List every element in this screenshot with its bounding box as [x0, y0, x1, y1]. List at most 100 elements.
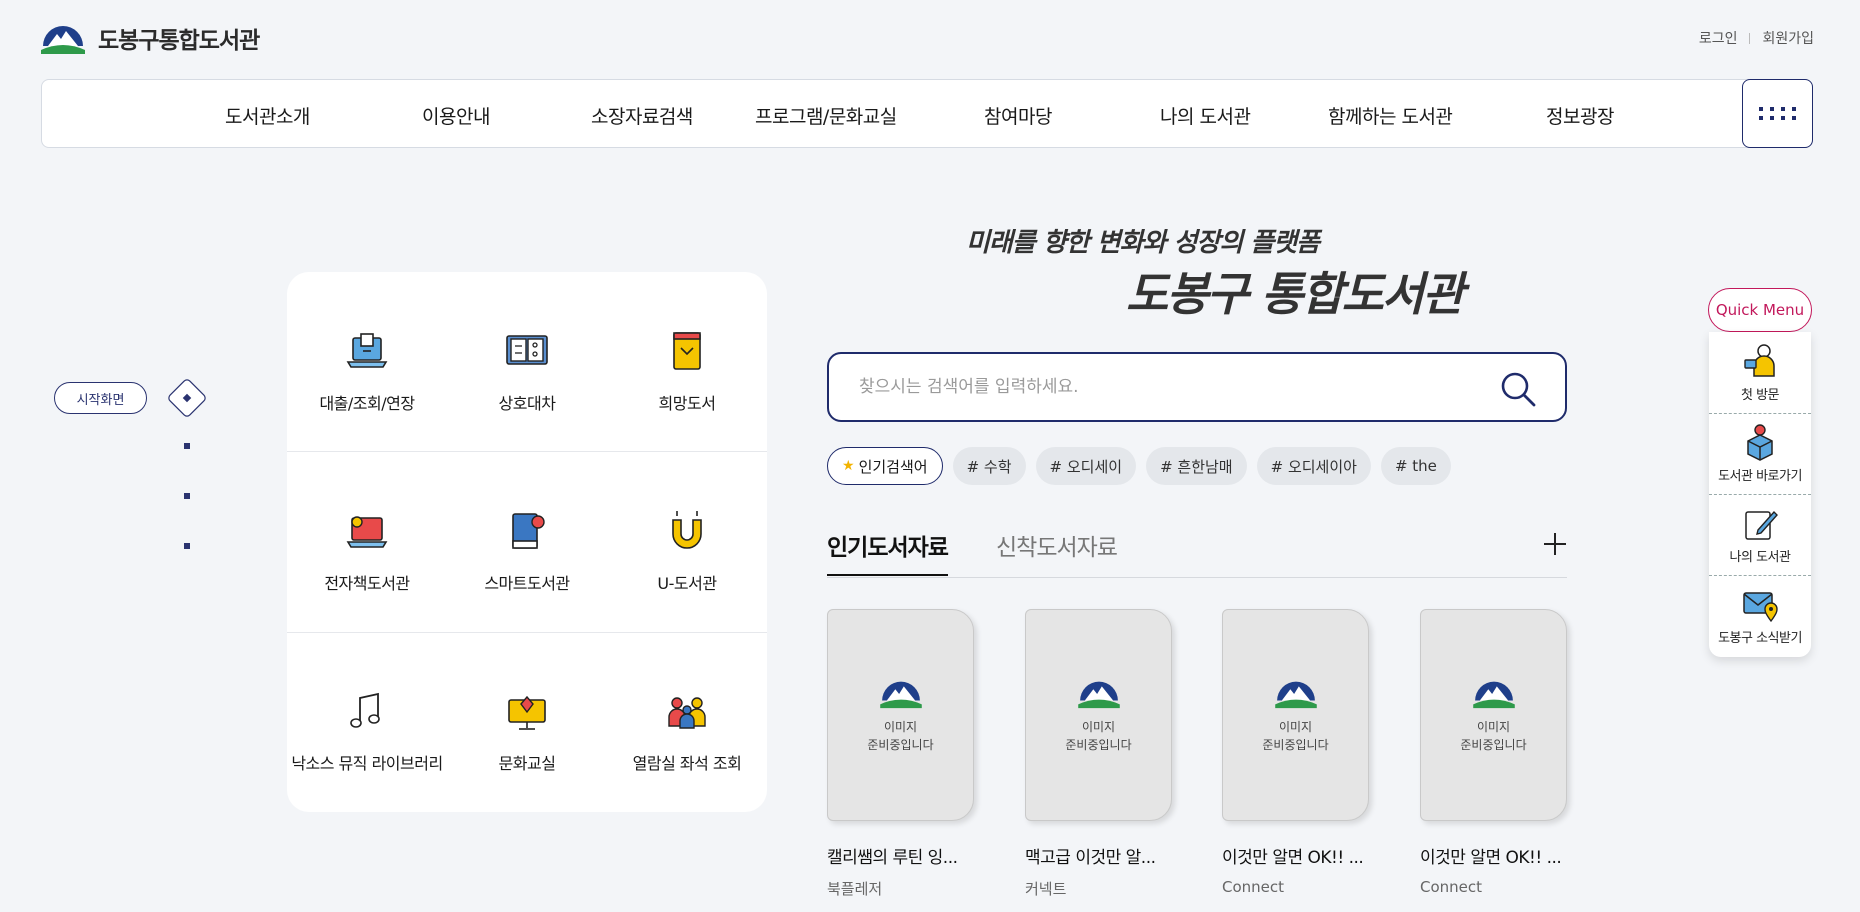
service-smart-library[interactable]: 스마트도서관	[447, 452, 607, 632]
no-image-text: 이미지 준비중입니다	[1262, 720, 1329, 752]
book-cover[interactable]: 이미지 준비중입니다	[1222, 609, 1369, 821]
tag-chip[interactable]: # 오디세이	[1035, 447, 1137, 485]
star-icon: ★	[842, 458, 855, 474]
book-title[interactable]: 이것만 알면 OK!! ...	[1420, 843, 1567, 868]
gnb-item-info-square[interactable]: 정보광장	[1546, 102, 1614, 129]
popular-keyword-badge: ★ 인기검색어	[827, 447, 943, 485]
logo-mountain-icon	[41, 26, 85, 54]
book-publisher: Connect	[1420, 878, 1483, 896]
service-ebook-library[interactable]: 전자책도서관	[287, 452, 447, 632]
mail-pin-icon	[1743, 592, 1778, 623]
start-screen-button[interactable]: 시작화면	[54, 382, 147, 414]
service-reading-seat[interactable]: 열람실 좌석 조회	[607, 632, 767, 812]
gnb-item-participation[interactable]: 참여마당	[984, 102, 1052, 129]
login-link[interactable]: 로그인	[1699, 28, 1738, 48]
quick-menu: 첫 방문 도서관 바로가기 나의 도서관 도봉구 소식받기	[1709, 332, 1811, 657]
quick-library-shortcut[interactable]: 도서관 바로가기	[1709, 413, 1811, 494]
laptop-book-icon	[346, 333, 388, 368]
location-box-icon	[1747, 424, 1773, 461]
no-image-text: 이미지 준비중입니다	[867, 720, 934, 752]
book-title[interactable]: 캘리쌤의 루틴 잉...	[827, 843, 974, 868]
service-wish-book[interactable]: 희망도서	[607, 272, 767, 452]
diamond-indicator-icon[interactable]	[164, 375, 210, 421]
book-card[interactable]: 이미지 준비중입니다 이것만 알면 OK!! ... Connect	[1222, 609, 1369, 896]
service-label: 스마트도서관	[484, 574, 570, 593]
signup-link[interactable]: 회원가입	[1762, 28, 1814, 48]
book-title[interactable]: 이것만 알면 OK!! ...	[1222, 843, 1369, 868]
yellow-book-icon	[673, 332, 701, 370]
search-box	[827, 352, 1567, 422]
service-u-library[interactable]: U-도서관	[607, 452, 767, 632]
gnb-item-intro[interactable]: 도서관소개	[225, 102, 310, 129]
service-label: 대출/조회/연장	[319, 394, 415, 413]
service-label: 낙소스 뮤직 라이브러리	[291, 754, 443, 773]
quick-label: 도봉구 소식받기	[1718, 631, 1802, 646]
book-cover[interactable]: 이미지 준비중입니다	[827, 609, 974, 821]
service-culture-class[interactable]: 문화교실	[447, 632, 607, 812]
gnb-item-together[interactable]: 함께하는 도서관	[1328, 102, 1453, 129]
service-panel: 대출/조회/연장 상호대차 희망도서 전자책도서관 스마트도서관 U-도서관 낙…	[287, 272, 767, 812]
gnb-item-program[interactable]: 프로그램/문화교실	[755, 102, 897, 129]
pen-note-icon	[1745, 510, 1778, 540]
tab-popular-books[interactable]: 인기도서자료	[827, 528, 949, 576]
service-naxos-music[interactable]: 낙소스 뮤직 라이브러리	[287, 632, 447, 812]
quick-label: 첫 방문	[1740, 388, 1780, 403]
slogan-line2: 도봉구 통합도서관	[1126, 267, 1465, 321]
service-interlibrary-loan[interactable]: 상호대차	[447, 272, 607, 452]
indicator-dot[interactable]	[184, 543, 190, 549]
book-card[interactable]: 이미지 준비중입니다 이것만 알면 OK!! ... Connect	[1420, 609, 1567, 896]
book-cover[interactable]: 이미지 준비중입니다	[1025, 609, 1172, 821]
grid-dots-icon	[1759, 107, 1796, 120]
service-label: U-도서관	[657, 574, 717, 593]
quick-first-visit[interactable]: 첫 방문	[1709, 332, 1811, 413]
service-label: 상호대차	[498, 394, 556, 413]
service-label: 전자책도서관	[324, 574, 410, 593]
book-card[interactable]: 이미지 준비중입니다 맥고급 이것만 알... 커넥트	[1025, 609, 1172, 899]
open-book-icon	[506, 335, 548, 365]
utility-links: 로그인 회원가입	[1699, 28, 1814, 48]
first-visit-icon	[1744, 344, 1775, 377]
more-plus-icon[interactable]	[1543, 532, 1567, 556]
all-menu-button[interactable]	[1742, 79, 1813, 148]
util-divider	[1749, 32, 1751, 44]
indicator-dot[interactable]	[184, 493, 190, 499]
quick-label: 도서관 바로가기	[1718, 469, 1802, 484]
service-label: 희망도서	[658, 394, 716, 413]
quick-my-library[interactable]: 나의 도서관	[1709, 494, 1811, 575]
indicator-dot[interactable]	[184, 443, 190, 449]
tag-chip[interactable]: # 흔한남매	[1146, 447, 1247, 485]
magnet-icon	[672, 511, 702, 549]
search-icon[interactable]	[1499, 370, 1537, 408]
ebook-device-icon	[346, 516, 388, 548]
book-title[interactable]: 맥고급 이것만 알...	[1025, 843, 1172, 868]
book-card[interactable]: 이미지 준비중입니다 캘리쌤의 루틴 잉... 북플레저	[827, 609, 974, 899]
service-loan-search[interactable]: 대출/조회/연장	[287, 272, 447, 452]
book-publisher: 커넥트	[1025, 880, 1067, 898]
popular-tags: ★ 인기검색어 # 수학 # 오디세이 # 흔한남매 # 오디세이아 # the	[827, 447, 1451, 485]
tag-chip[interactable]: # 오디세이아	[1256, 447, 1371, 485]
search-input[interactable]	[859, 372, 1459, 402]
placeholder-logo-icon	[1077, 681, 1120, 709]
music-note-icon	[350, 692, 380, 728]
book-publisher: 북플레저	[827, 880, 883, 898]
main-navigation: 도서관소개 이용안내 소장자료검색 프로그램/문화교실 참여마당 나의 도서관 …	[41, 79, 1813, 148]
tab-new-books[interactable]: 신착도서자료	[996, 528, 1118, 562]
quick-label: 나의 도서관	[1729, 550, 1791, 565]
gnb-item-my-library[interactable]: 나의 도서관	[1160, 102, 1251, 129]
gnb-item-guide[interactable]: 이용안내	[422, 102, 490, 129]
site-logo[interactable]: 도봉구통합도서관	[40, 20, 260, 56]
placeholder-logo-icon	[1274, 681, 1317, 709]
book-tabs: 인기도서자료 신착도서자료	[827, 528, 1567, 578]
service-label: 문화교실	[498, 754, 556, 773]
quick-dobong-news[interactable]: 도봉구 소식받기	[1709, 575, 1811, 656]
tag-chip[interactable]: # the	[1380, 447, 1451, 485]
book-cover[interactable]: 이미지 준비중입니다	[1420, 609, 1567, 821]
quick-menu-title: Quick Menu	[1708, 288, 1812, 332]
monitor-book-icon	[508, 695, 546, 730]
no-image-text: 이미지 준비중입니다	[1460, 720, 1527, 752]
popular-keyword-label: 인기검색어	[858, 457, 928, 476]
no-image-text: 이미지 준비중입니다	[1065, 720, 1132, 752]
book-publisher: Connect	[1222, 878, 1285, 896]
gnb-item-collection-search[interactable]: 소장자료검색	[591, 102, 693, 129]
tag-chip[interactable]: # 수학	[952, 447, 1026, 485]
